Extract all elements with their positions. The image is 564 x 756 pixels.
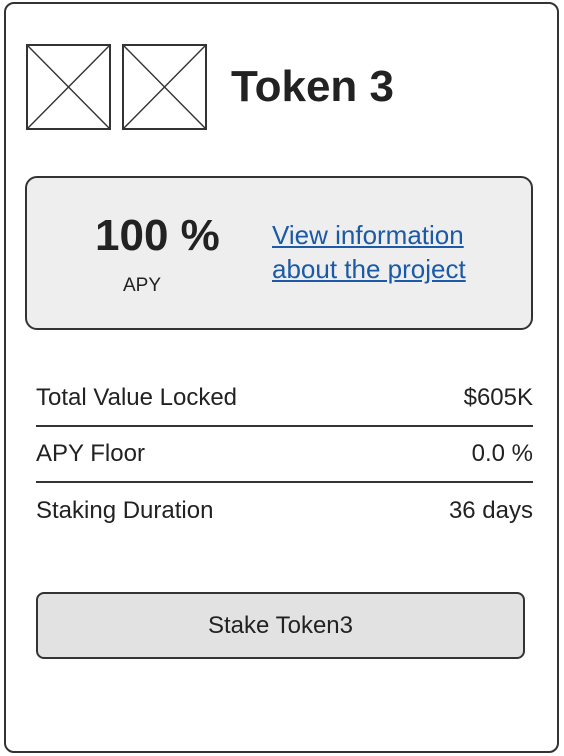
stat-value: $605K <box>463 384 533 411</box>
stat-value: 0.0 % <box>471 440 533 467</box>
stake-button[interactable]: Stake Token3 <box>36 592 525 659</box>
stat-label: APY Floor <box>36 440 145 467</box>
stats-list: Total Value Locked $605K APY Floor 0.0 %… <box>36 371 533 539</box>
card-header: Token 3 <box>26 41 394 133</box>
image-placeholder-icon <box>122 44 207 130</box>
image-placeholder-icon <box>26 44 111 130</box>
apy-info-panel: 100 % APY View information about the pro… <box>25 176 533 330</box>
token-title: Token 3 <box>231 62 395 111</box>
project-info-link[interactable]: View information about the project <box>272 218 502 286</box>
stat-label: Total Value Locked <box>36 384 238 411</box>
apy-label: APY <box>123 275 162 296</box>
token-card: Token 3 100 % APY View information about… <box>4 2 559 753</box>
apy-value: 100 % <box>95 211 220 260</box>
stat-row-apy-floor: APY Floor 0.0 % <box>36 427 533 483</box>
stat-row-total-value-locked: Total Value Locked $605K <box>36 371 533 427</box>
stat-value: 36 days <box>448 497 533 524</box>
stat-label: Staking Duration <box>36 497 214 524</box>
stat-row-staking-duration: Staking Duration 36 days <box>36 483 533 539</box>
